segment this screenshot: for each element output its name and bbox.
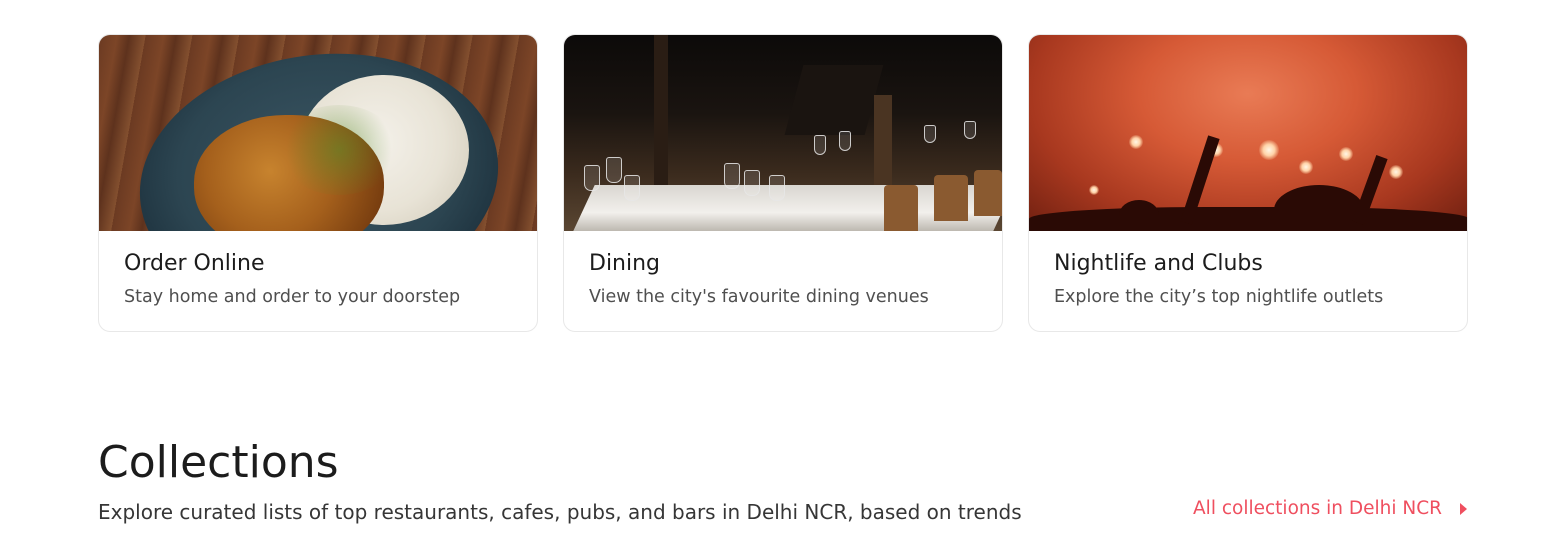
card-subtitle: Stay home and order to your doorstep: [124, 287, 461, 307]
card-title: Order Online: [124, 251, 265, 276]
collections-subtitle: Explore curated lists of top restaurants…: [98, 500, 1022, 524]
card-title: Nightlife and Clubs: [1054, 251, 1263, 276]
card-order-online[interactable]: Order Online Stay home and order to your…: [98, 34, 538, 332]
nightclub-crowd-image: [1029, 35, 1467, 231]
food-plate-image: [99, 35, 537, 231]
card-dining[interactable]: Dining View the city's favourite dining …: [563, 34, 1003, 332]
caret-right-icon: [1460, 503, 1467, 515]
card-subtitle: View the city's favourite dining venues: [589, 287, 929, 307]
card-title: Dining: [589, 251, 661, 276]
restaurant-dining-image: [564, 35, 1002, 231]
card-nightlife[interactable]: Nightlife and Clubs Explore the city’s t…: [1028, 34, 1468, 332]
all-collections-link[interactable]: All collections in Delhi NCR: [1193, 496, 1467, 522]
collections-section: Collections Explore curated lists of top…: [98, 437, 1022, 525]
service-cards: Order Online Stay home and order to your…: [98, 34, 1468, 332]
card-subtitle: Explore the city’s top nightlife outlets: [1054, 287, 1384, 307]
collections-title: Collections: [98, 437, 339, 488]
all-collections-label: All collections in Delhi NCR: [1193, 498, 1442, 519]
